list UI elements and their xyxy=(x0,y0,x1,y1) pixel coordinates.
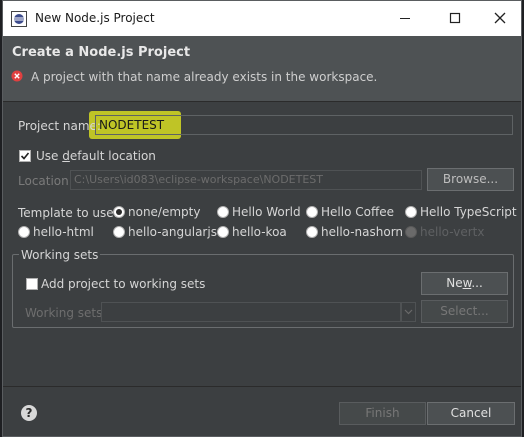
radio-hello-nashorn[interactable] xyxy=(306,226,318,238)
new-working-set-button[interactable]: New... xyxy=(421,272,508,295)
radio-hello-coffee[interactable] xyxy=(306,206,318,218)
radio-hello-koa[interactable] xyxy=(217,226,229,238)
radio-hello-coffee-label: Hello Coffee xyxy=(321,205,394,219)
radio-hello-vertx xyxy=(405,226,417,238)
radio-none-empty[interactable] xyxy=(113,206,125,218)
cancel-button[interactable]: Cancel xyxy=(427,402,515,425)
project-name-label: Project name: xyxy=(18,119,101,133)
select-working-sets-button[interactable]: Select... xyxy=(421,300,508,323)
window-title: New Node.js Project xyxy=(35,11,155,25)
maximize-icon[interactable] xyxy=(444,7,466,29)
radio-hello-nashorn-label: hello-nashorn xyxy=(321,225,404,239)
location-value: C:\Users\id083\eclipse-workspace\NODETES… xyxy=(74,173,323,186)
radio-hello-html-label: hello-html xyxy=(33,225,94,239)
wizard-header: Create a Node.js Project A project with … xyxy=(3,36,521,101)
use-default-location-checkbox[interactable] xyxy=(19,150,31,162)
project-name-value: NODETEST xyxy=(99,118,165,132)
radio-hello-angularjs[interactable] xyxy=(113,226,125,238)
title-bar: New Node.js Project xyxy=(3,1,521,36)
browse-button[interactable]: Browse... xyxy=(427,168,514,191)
location-input[interactable]: C:\Users\id083\eclipse-workspace\NODETES… xyxy=(70,170,422,190)
radio-hello-html[interactable] xyxy=(18,226,30,238)
location-label: Location: xyxy=(18,174,73,188)
working-sets-dropdown[interactable] xyxy=(401,302,416,322)
radio-none-empty-label: none/empty xyxy=(128,205,201,219)
eclipse-icon xyxy=(11,11,27,27)
radio-hello-vertx-label: hello-vertx xyxy=(420,225,485,239)
radio-hello-typescript-label: Hello TypeScript xyxy=(420,205,517,219)
radio-hello-world[interactable] xyxy=(217,206,229,218)
use-default-location-label: Use default location xyxy=(36,149,156,163)
close-icon[interactable] xyxy=(489,7,511,29)
minimize-icon[interactable] xyxy=(394,7,416,29)
working-sets-legend: Working sets xyxy=(19,248,101,262)
radio-hello-angularjs-label: hello-angularjs xyxy=(128,225,217,239)
working-sets-combo[interactable] xyxy=(101,302,401,322)
working-sets-label: Working sets: xyxy=(25,306,107,320)
page-title: Create a Node.js Project xyxy=(12,45,191,60)
checkmark-icon xyxy=(20,152,30,160)
template-label: Template to use: xyxy=(18,206,118,220)
chevron-down-icon xyxy=(404,309,413,315)
add-to-working-sets-checkbox[interactable] xyxy=(26,278,38,290)
new-nodejs-project-dialog: New Node.js Project Create a Node.js Pro… xyxy=(2,0,522,437)
radio-hello-typescript[interactable] xyxy=(405,206,417,218)
header-divider xyxy=(3,101,521,102)
radio-hello-koa-label: hello-koa xyxy=(232,225,287,239)
error-icon xyxy=(11,70,23,82)
help-icon[interactable]: ? xyxy=(21,405,37,421)
project-name-input[interactable]: NODETEST xyxy=(95,115,513,135)
radio-hello-world-label: Hello World xyxy=(232,205,301,219)
error-message: A project with that name already exists … xyxy=(31,70,378,84)
add-to-working-sets-label: Add project to working sets xyxy=(41,277,206,291)
finish-button[interactable]: Finish xyxy=(339,402,426,425)
footer-divider xyxy=(3,386,521,387)
